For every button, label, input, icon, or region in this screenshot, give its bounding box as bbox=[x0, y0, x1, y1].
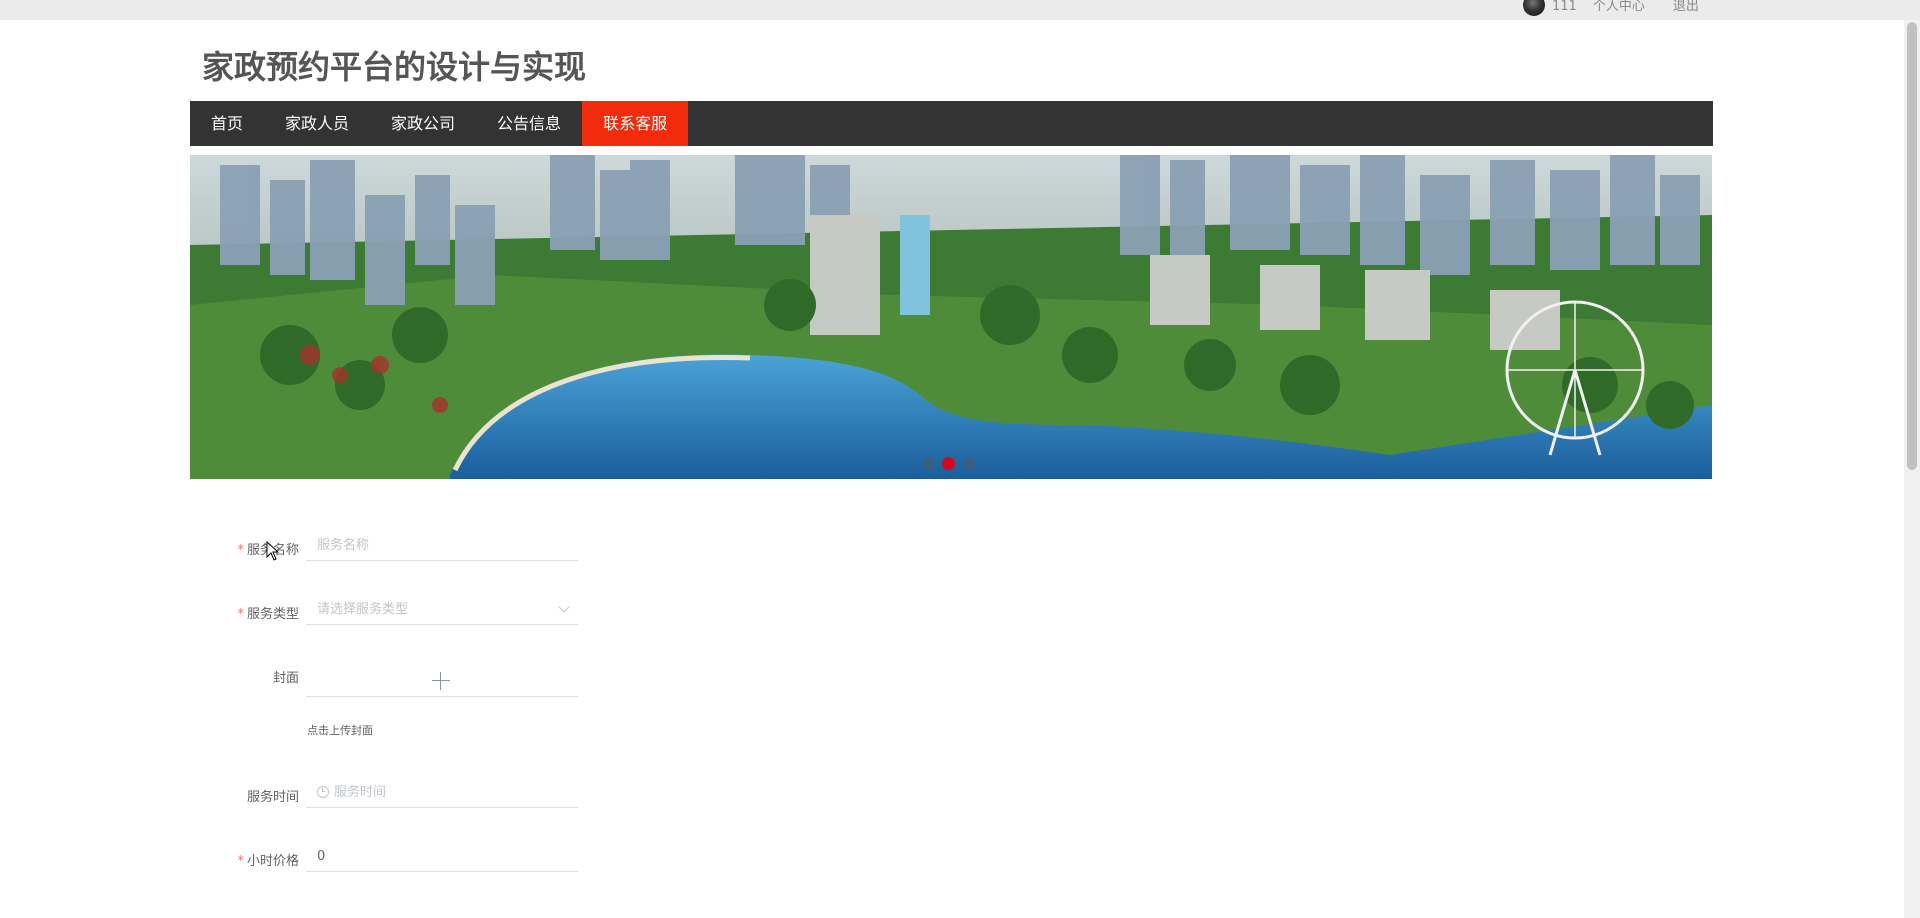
service-time-label: 服务时间 bbox=[246, 790, 299, 805]
service-type-select[interactable]: 请选择服务类型 bbox=[306, 595, 578, 625]
nav-item-company[interactable]: 家政公司 bbox=[370, 101, 476, 146]
hourly-price-label-text: 小时价格 bbox=[246, 854, 299, 869]
carousel-dot-2[interactable] bbox=[942, 457, 955, 470]
service-time-input[interactable]: 服务时间 bbox=[306, 778, 578, 808]
carousel-indicators bbox=[922, 457, 975, 470]
cover-label: 封面 bbox=[272, 671, 299, 686]
scrollbar-thumb[interactable] bbox=[1907, 22, 1917, 470]
scrollbar[interactable] bbox=[1904, 20, 1920, 918]
mouse-cursor-icon bbox=[266, 541, 280, 561]
avatar[interactable] bbox=[1523, 0, 1545, 16]
required-star: * bbox=[237, 607, 244, 622]
required-star: * bbox=[237, 854, 244, 869]
username: 111 bbox=[1552, 0, 1577, 14]
service-type-label: * 服务类型 bbox=[237, 603, 299, 622]
logout-link[interactable]: 退出 bbox=[1673, 0, 1699, 14]
carousel-dot-1[interactable] bbox=[922, 457, 935, 470]
required-star: * bbox=[237, 543, 244, 558]
service-type-label-text: 服务类型 bbox=[246, 607, 299, 622]
service-type-placeholder: 请选择服务类型 bbox=[317, 602, 409, 617]
user-info: 111 个人中心 退出 bbox=[1523, 0, 1699, 16]
banner-carousel[interactable] bbox=[190, 155, 1712, 479]
clock-icon bbox=[317, 785, 329, 798]
cover-upload[interactable] bbox=[306, 659, 578, 697]
service-time-placeholder: 服务时间 bbox=[334, 785, 387, 800]
carousel-dot-3[interactable] bbox=[962, 457, 975, 470]
service-name-input[interactable]: 服务名称 bbox=[306, 531, 578, 561]
banner-image bbox=[190, 155, 1712, 479]
hourly-price-label: * 小时价格 bbox=[237, 850, 299, 869]
plus-icon bbox=[432, 672, 450, 690]
chevron-down-icon bbox=[558, 601, 570, 613]
main-nav: 首页 家政人员 家政公司 公告信息 联系客服 bbox=[190, 101, 1713, 146]
nav-item-contact[interactable]: 联系客服 bbox=[582, 101, 689, 146]
hourly-price-input[interactable]: 0 bbox=[306, 842, 578, 872]
nav-item-home[interactable]: 首页 bbox=[190, 101, 264, 146]
page-title: 家政预约平台的设计与实现 bbox=[202, 48, 587, 86]
cover-upload-hint: 点击上传封面 bbox=[307, 724, 373, 737]
nav-item-notice[interactable]: 公告信息 bbox=[476, 101, 582, 146]
top-user-bar: 111 个人中心 退出 bbox=[0, 0, 1920, 20]
nav-item-staff[interactable]: 家政人员 bbox=[264, 101, 370, 146]
user-center-link[interactable]: 个人中心 bbox=[1593, 0, 1645, 14]
